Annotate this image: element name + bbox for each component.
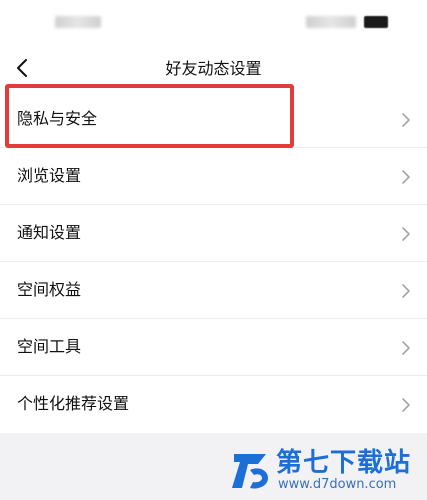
list-item-privacy-security[interactable]: 隐私与安全 (0, 91, 427, 148)
list-item-notification-settings[interactable]: 通知设置 (0, 205, 427, 262)
watermark-logo-icon (232, 454, 268, 489)
chevron-right-icon (402, 227, 410, 241)
chevron-right-icon (402, 284, 410, 298)
settings-list: 隐私与安全 浏览设置 通知设置 空间权益 空间工具 个性化推荐设置 (0, 91, 427, 433)
list-item-label: 个性化推荐设置 (17, 394, 130, 413)
list-item-space-benefits[interactable]: 空间权益 (0, 262, 427, 319)
status-time-blurred (55, 16, 101, 28)
list-item-space-tools[interactable]: 空间工具 (0, 319, 427, 376)
watermark-url: www.d7down.com (278, 477, 397, 492)
list-item-label: 浏览设置 (17, 166, 82, 185)
chevron-right-icon (402, 170, 410, 184)
chevron-right-icon (402, 398, 410, 412)
watermark-title: 第七下载站 (276, 448, 412, 478)
battery-icon (364, 16, 388, 28)
list-item-label: 空间权益 (17, 280, 82, 299)
list-item-personalized-recommendations[interactable]: 个性化推荐设置 (0, 376, 427, 433)
list-item-label: 隐私与安全 (17, 109, 98, 128)
signal-icon (306, 16, 356, 28)
chevron-right-icon (402, 113, 410, 127)
list-item-label: 通知设置 (17, 223, 82, 242)
status-bar (0, 0, 427, 46)
screen: 好友动态设置 隐私与安全 浏览设置 通知设置 空间权益 空间工具 个性化推荐设置… (0, 0, 427, 500)
page-title: 好友动态设置 (165, 59, 262, 78)
nav-bar: 好友动态设置 (0, 46, 427, 91)
list-item-label: 空间工具 (17, 337, 82, 356)
watermark: 第七下载站 www.d7down.com (228, 446, 423, 496)
chevron-right-icon (402, 341, 410, 355)
list-item-browse-settings[interactable]: 浏览设置 (0, 148, 427, 205)
